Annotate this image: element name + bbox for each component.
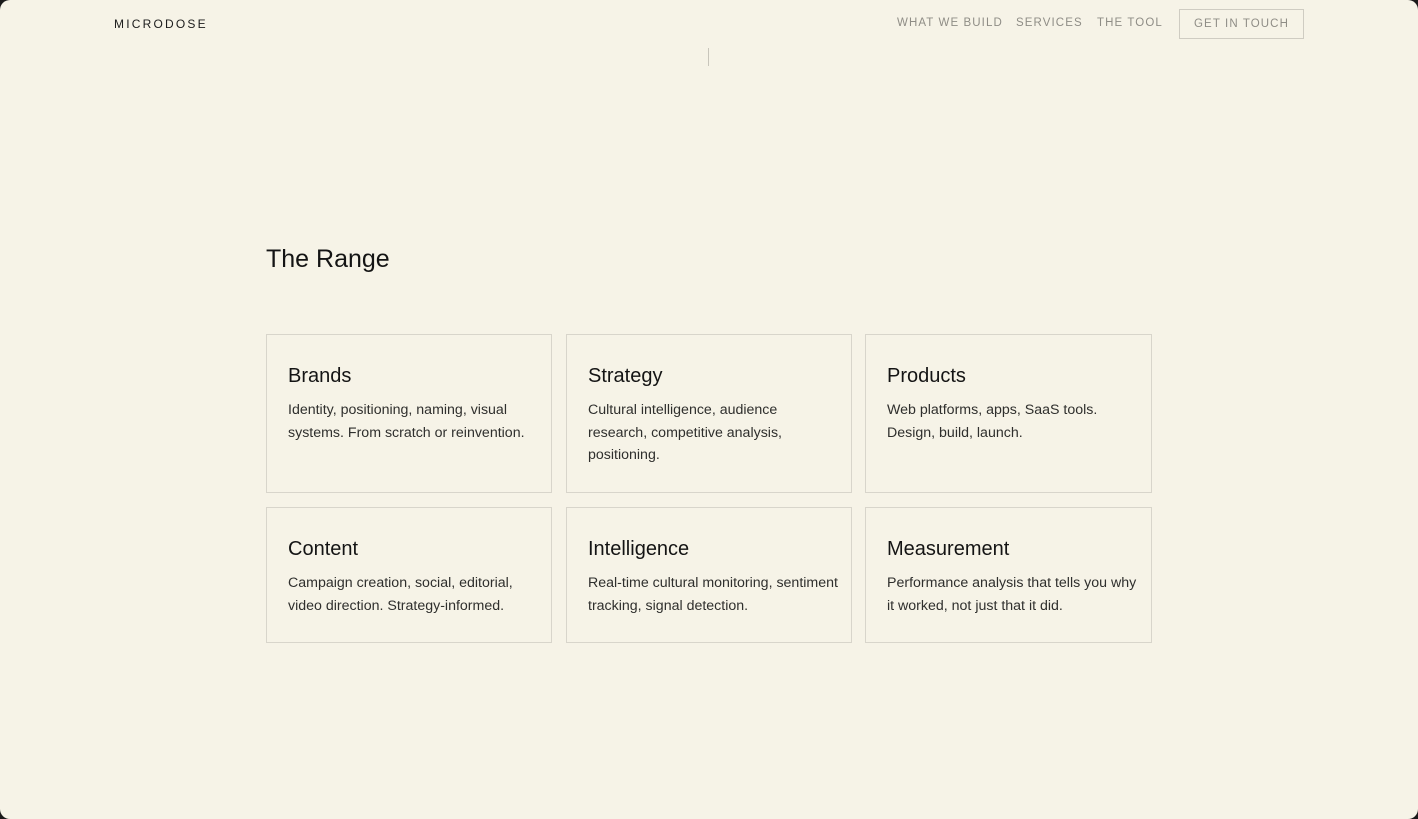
nav-link-what-we-build[interactable]: WHAT WE BUILD <box>897 17 1003 29</box>
card-title: Brands <box>288 365 352 387</box>
card-description: Identity, positioning, naming, visual sy… <box>288 402 525 441</box>
service-card-intelligence: Intelligence Real-time cultural monitori… <box>566 507 852 643</box>
card-title: Content <box>288 538 359 560</box>
card-description: Cultural intelligence, audience research… <box>588 402 782 464</box>
card-title: Intelligence <box>588 538 690 560</box>
card-title: Products <box>887 365 966 387</box>
page: MICRODOSE WHAT WE BUILD SERVICES THE TOO… <box>0 0 1418 819</box>
service-card-measurement: Measurement Performance analysis that te… <box>865 507 1152 643</box>
section-title: The Range <box>266 245 390 273</box>
scroll-indicator-line <box>708 48 709 66</box>
service-card-strategy: Strategy Cultural intelligence, audience… <box>566 334 852 493</box>
nav-link-services[interactable]: SERVICES <box>1016 17 1083 29</box>
service-card-products: Products Web platforms, apps, SaaS tools… <box>865 334 1152 493</box>
main-nav: WHAT WE BUILD SERVICES THE TOOL GET IN T… <box>0 0 1418 48</box>
service-card-brands: Brands Identity, positioning, naming, vi… <box>266 334 552 493</box>
service-card-content: Content Campaign creation, social, edito… <box>266 507 552 643</box>
card-description: Real-time cultural monitoring, sentiment… <box>588 575 838 614</box>
card-title: Measurement <box>887 538 1010 560</box>
card-title: Strategy <box>588 365 663 387</box>
card-description: Performance analysis that tells you why … <box>887 575 1137 614</box>
top-navigation: MICRODOSE WHAT WE BUILD SERVICES THE TOO… <box>0 0 1418 48</box>
get-in-touch-button[interactable]: GET IN TOUCH <box>1179 9 1304 39</box>
card-description: Campaign creation, social, editorial, vi… <box>288 575 513 614</box>
card-description: Web platforms, apps, SaaS tools. Design,… <box>887 402 1098 441</box>
nav-link-the-tool[interactable]: THE TOOL <box>1097 17 1163 29</box>
